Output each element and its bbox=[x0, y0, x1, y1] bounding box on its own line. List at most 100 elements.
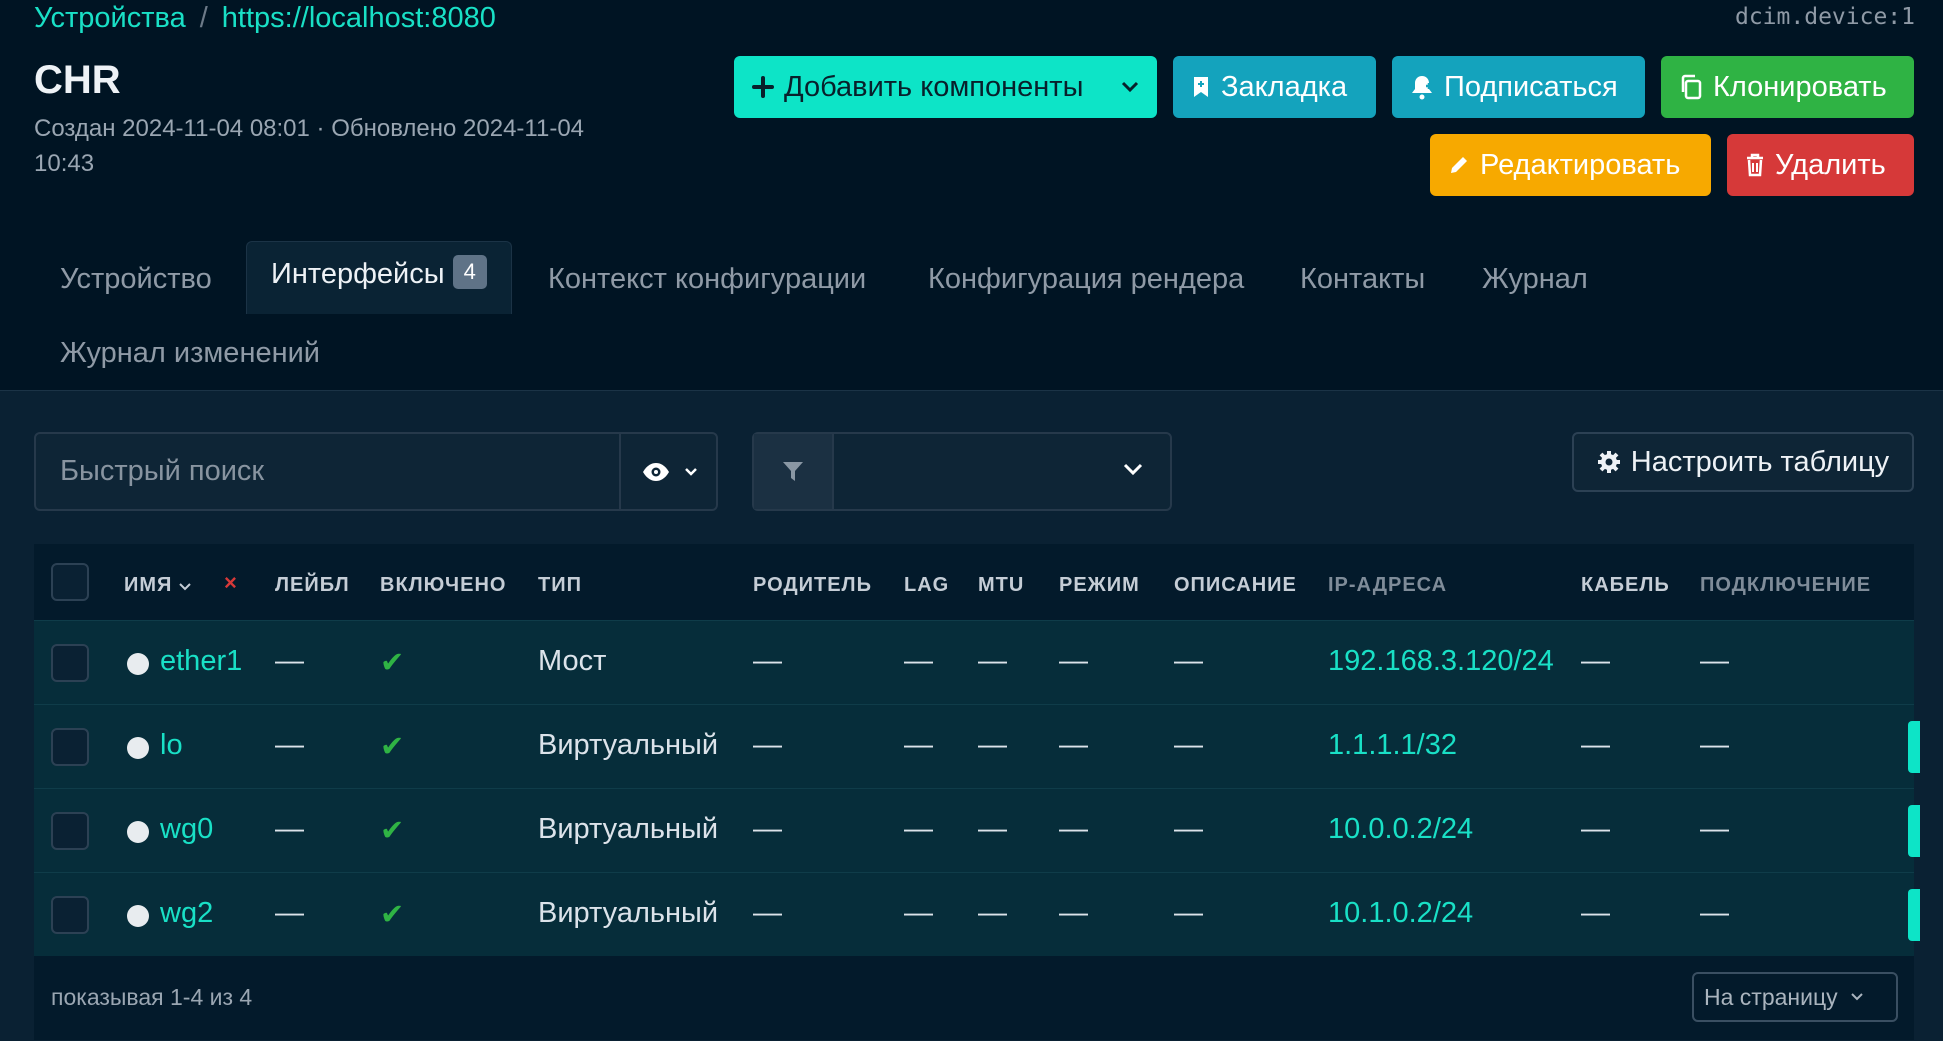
edit-button[interactable]: Редактировать bbox=[1430, 134, 1711, 196]
interface-name-link[interactable]: wg0 bbox=[160, 813, 213, 846]
interface-label: — bbox=[275, 813, 304, 845]
select-all-checkbox[interactable] bbox=[51, 563, 89, 601]
ip-address-link[interactable]: 10.0.0.2/24 bbox=[1328, 813, 1473, 846]
interface-mode: — bbox=[1059, 729, 1088, 761]
subscribe-button[interactable]: Подписаться bbox=[1392, 56, 1645, 118]
view-toggle-button[interactable] bbox=[619, 434, 718, 509]
column-connection: ПОДКЛЮЧЕНИЕ bbox=[1700, 574, 1872, 596]
clone-label: Клонировать bbox=[1713, 70, 1887, 103]
interface-lag: — bbox=[904, 645, 933, 677]
interface-connection: — bbox=[1700, 729, 1729, 761]
edit-label: Редактировать bbox=[1480, 148, 1681, 181]
tab-journal[interactable]: Журнал bbox=[1482, 263, 1588, 296]
ip-address-link[interactable]: 10.1.0.2/24 bbox=[1328, 897, 1473, 930]
column-label[interactable]: ЛЕЙБЛ bbox=[275, 574, 350, 597]
interface-mtu: — bbox=[978, 813, 1007, 845]
row-checkbox[interactable] bbox=[51, 896, 89, 934]
interface-lag: — bbox=[904, 729, 933, 761]
column-mode[interactable]: РЕЖИМ bbox=[1059, 574, 1140, 597]
chevron-down-icon bbox=[1850, 993, 1863, 1001]
column-cable[interactable]: КАБЕЛЬ bbox=[1581, 574, 1670, 597]
quick-search bbox=[34, 432, 718, 511]
column-mtu[interactable]: MTU bbox=[978, 574, 1024, 597]
interface-mode: — bbox=[1059, 645, 1088, 677]
interface-connection: — bbox=[1700, 645, 1729, 677]
chevron-down-icon bbox=[684, 467, 697, 476]
clone-button[interactable]: Клонировать bbox=[1661, 56, 1914, 118]
clear-sort-icon[interactable]: × bbox=[224, 570, 238, 596]
sort-chevron-icon bbox=[179, 583, 191, 591]
interface-cable: — bbox=[1581, 645, 1610, 677]
interface-description: — bbox=[1174, 897, 1203, 929]
interface-mtu: — bbox=[978, 645, 1007, 677]
table-row: ether1 — ✔ Мост — — — — — 192.168.3.120/… bbox=[34, 620, 1914, 705]
tab-interfaces-label: Интерфейсы bbox=[271, 258, 445, 290]
interface-type: Виртуальный bbox=[538, 813, 719, 845]
interface-connection: — bbox=[1700, 897, 1729, 929]
ip-address-link[interactable]: 1.1.1.1/32 bbox=[1328, 729, 1457, 762]
enabled-check-icon: ✔ bbox=[380, 899, 405, 931]
bookmark-icon bbox=[1194, 77, 1208, 97]
interface-parent: — bbox=[753, 897, 782, 929]
column-enabled[interactable]: ВКЛЮЧЕНО bbox=[380, 574, 506, 597]
row-action-button[interactable] bbox=[1908, 721, 1920, 773]
breadcrumb: Устройства / https://localhost:8080 bbox=[34, 2, 496, 35]
table-footer: показывая 1-4 из 4 На страницу bbox=[34, 956, 1914, 1040]
column-parent[interactable]: РОДИТЕЛЬ bbox=[753, 574, 872, 597]
interface-mode: — bbox=[1059, 813, 1088, 845]
status-dot-icon bbox=[127, 905, 149, 927]
column-lag[interactable]: LAG bbox=[904, 574, 949, 597]
bookmark-label: Закладка bbox=[1221, 70, 1348, 103]
column-name[interactable]: ИМЯ bbox=[124, 574, 191, 597]
per-page-select[interactable]: На страницу bbox=[1692, 972, 1898, 1022]
row-checkbox[interactable] bbox=[51, 728, 89, 766]
row-checkbox[interactable] bbox=[51, 644, 89, 682]
breadcrumb-separator: / bbox=[199, 2, 208, 34]
delete-button[interactable]: Удалить bbox=[1727, 134, 1914, 196]
interface-parent: — bbox=[753, 729, 782, 761]
interface-name-link[interactable]: wg2 bbox=[160, 897, 213, 930]
interface-label: — bbox=[275, 897, 304, 929]
per-page-label: На страницу bbox=[1704, 983, 1838, 1010]
tab-interfaces[interactable]: Интерфейсы 4 bbox=[246, 241, 512, 315]
status-dot-icon bbox=[127, 653, 149, 675]
status-dot-icon bbox=[127, 737, 149, 759]
tab-config-context[interactable]: Контекст конфигурации bbox=[548, 263, 866, 296]
status-dot-icon bbox=[127, 821, 149, 843]
row-action-button[interactable] bbox=[1908, 805, 1920, 857]
filter-select[interactable] bbox=[752, 432, 1172, 511]
interface-lag: — bbox=[904, 813, 933, 845]
row-action-button[interactable] bbox=[1908, 889, 1920, 941]
interfaces-count-badge: 4 bbox=[452, 255, 487, 290]
tab-contacts[interactable]: Контакты bbox=[1300, 263, 1425, 296]
table-row: wg2 — ✔ Виртуальный — — — — — 10.1.0.2/2… bbox=[34, 872, 1920, 957]
enabled-check-icon: ✔ bbox=[380, 731, 405, 763]
chevron-down-icon bbox=[1123, 463, 1143, 476]
filter-icon bbox=[783, 461, 803, 481]
table-row: wg0 — ✔ Виртуальный — — — — — 10.0.0.2/2… bbox=[34, 788, 1920, 873]
subscribe-label: Подписаться bbox=[1444, 70, 1618, 103]
configure-table-button[interactable]: Настроить таблицу bbox=[1572, 432, 1914, 492]
page-meta: Создан 2024-11-04 08:01 · Обновлено 2024… bbox=[34, 115, 585, 177]
interface-label: — bbox=[275, 645, 304, 677]
quick-search-input[interactable] bbox=[36, 434, 619, 509]
breadcrumb-current-link[interactable]: https://localhost:8080 bbox=[222, 2, 496, 34]
add-components-label: Добавить компоненты bbox=[784, 70, 1084, 103]
column-description[interactable]: ОПИСАНИЕ bbox=[1174, 574, 1297, 597]
breadcrumb-devices-link[interactable]: Устройства bbox=[34, 2, 186, 34]
interface-mode: — bbox=[1059, 897, 1088, 929]
ip-address-link[interactable]: 192.168.3.120/24 bbox=[1328, 645, 1554, 678]
interface-type: Мост bbox=[538, 645, 607, 677]
interface-label: — bbox=[275, 729, 304, 761]
bookmark-button[interactable]: Закладка bbox=[1173, 56, 1376, 118]
interface-name-link[interactable]: ether1 bbox=[160, 645, 242, 678]
column-type[interactable]: ТИП bbox=[538, 574, 582, 597]
gear-icon bbox=[1597, 451, 1620, 473]
row-checkbox[interactable] bbox=[51, 812, 89, 850]
tab-render-config[interactable]: Конфигурация рендера bbox=[928, 263, 1244, 296]
tab-changelog[interactable]: Журнал изменений bbox=[60, 337, 320, 370]
interface-name-link[interactable]: lo bbox=[160, 729, 183, 762]
add-components-button[interactable]: Добавить компоненты bbox=[734, 56, 1157, 118]
tab-device[interactable]: Устройство bbox=[60, 263, 212, 296]
delete-label: Удалить bbox=[1775, 148, 1886, 181]
